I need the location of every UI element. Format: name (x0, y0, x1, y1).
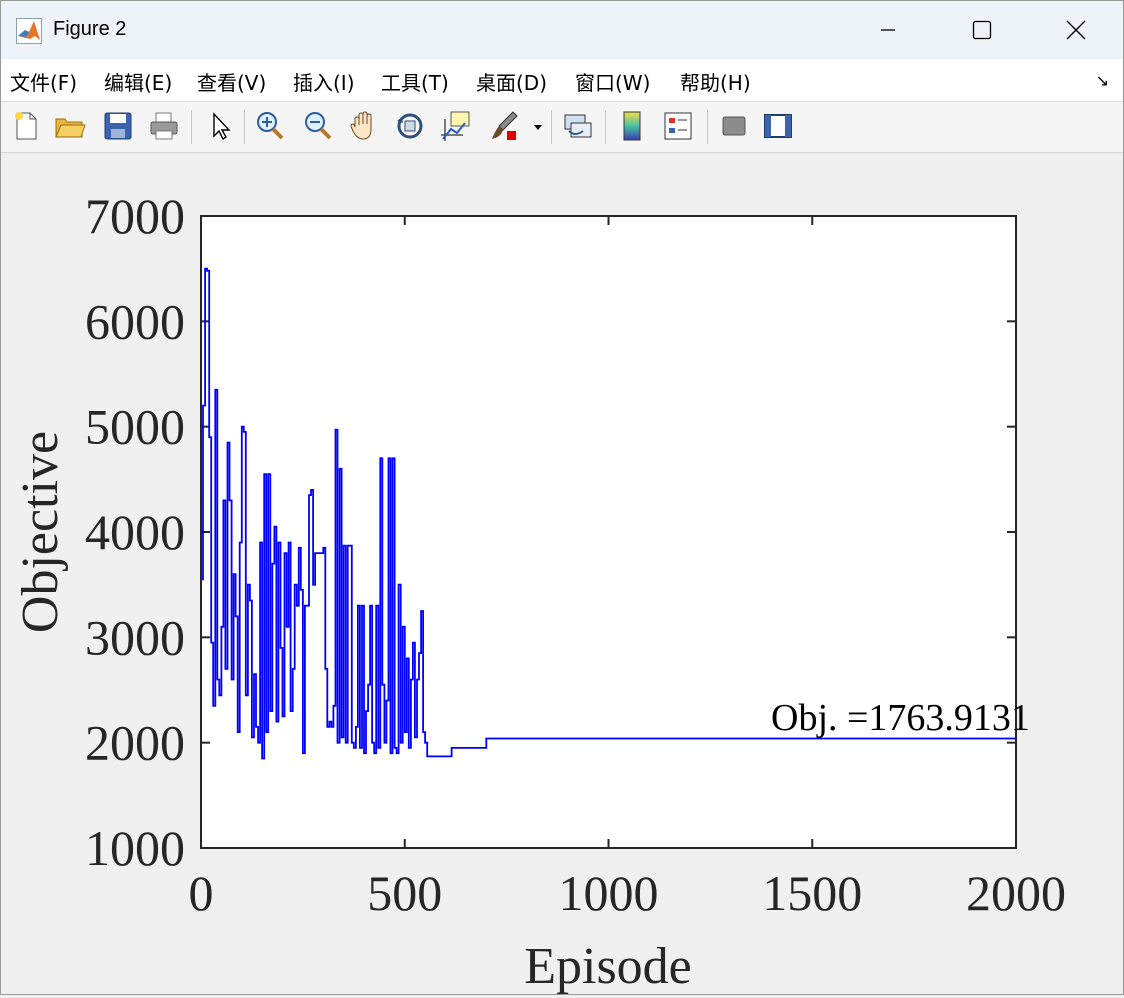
x-tick-label: 500 (367, 865, 442, 921)
menu-bar: 文件(F) 编辑(E) 查看(V) 插入(I) 工具(T) 桌面(D) 窗口(W… (1, 59, 1123, 102)
maximize-icon (972, 20, 992, 40)
select-arrow-icon[interactable] (204, 109, 238, 143)
show-plot-tools-icon[interactable] (761, 109, 795, 143)
x-tick-label: 2000 (966, 865, 1066, 921)
objective-annotation: Obj. =1763.9131 (771, 697, 1030, 739)
menu-view[interactable]: 查看(V) (197, 67, 266, 96)
menu-edit[interactable]: 编辑(E) (104, 67, 172, 96)
y-tick-label: 1000 (85, 820, 185, 876)
brush-icon[interactable] (487, 109, 521, 143)
zoom-out-icon[interactable] (301, 109, 335, 143)
figure-toolbar (1, 102, 1123, 153)
close-icon (1066, 20, 1086, 40)
y-tick-label: 3000 (85, 609, 185, 665)
figure-area: 0 500 1000 1500 2000 1000 2000 3000 4000 5000 600… (1, 153, 1123, 995)
dock-arrow-icon[interactable]: ↘ (1096, 71, 1109, 90)
figure-window: Figure 2 文件(F) 编辑(E) 查看(V) 插入(I) 工具(T) 桌… (0, 0, 1124, 995)
data-cursor-icon[interactable] (439, 109, 473, 143)
y-axis-label: Objective (12, 431, 69, 633)
hide-plot-tools-icon[interactable] (717, 109, 751, 143)
menu-insert[interactable]: 插入(I) (293, 67, 355, 96)
title-bar[interactable]: Figure 2 (1, 1, 1123, 59)
matlab-logo-icon (16, 18, 42, 44)
colorbar-icon[interactable] (615, 109, 649, 143)
open-file-icon[interactable] (53, 109, 87, 143)
menu-file[interactable]: 文件(F) (10, 67, 77, 96)
close-button[interactable] (1029, 1, 1123, 59)
y-tick-label: 6000 (85, 293, 185, 349)
x-tick-label: 0 (189, 865, 214, 921)
minimize-icon (881, 29, 895, 31)
print-icon[interactable] (147, 109, 181, 143)
brush-dropdown-icon[interactable] (533, 122, 543, 132)
rotate-3d-icon[interactable] (393, 109, 427, 143)
pan-hand-icon[interactable] (347, 109, 381, 143)
x-axis-label: Episode (524, 938, 692, 994)
maximize-button[interactable] (935, 1, 1029, 59)
minimize-button[interactable] (841, 1, 935, 59)
menu-window[interactable]: 窗口(W) (575, 67, 650, 96)
zoom-in-icon[interactable] (253, 109, 287, 143)
new-figure-icon[interactable] (9, 109, 43, 143)
y-tick-label: 7000 (85, 188, 185, 244)
x-tick-label: 1000 (559, 865, 659, 921)
y-tick-label: 5000 (85, 399, 185, 455)
window-title: Figure 2 (53, 18, 127, 40)
link-plot-icon[interactable] (561, 109, 595, 143)
menu-help[interactable]: 帮助(H) (680, 67, 751, 96)
axes-background (201, 216, 1016, 848)
x-tick-label: 1500 (762, 865, 862, 921)
save-icon[interactable] (101, 109, 135, 143)
menu-tools[interactable]: 工具(T) (381, 67, 449, 96)
menu-desktop[interactable]: 桌面(D) (476, 67, 547, 96)
plot-svg[interactable]: 0 500 1000 1500 2000 1000 2000 3000 4000 5000 600… (1, 153, 1123, 995)
y-tick-label: 4000 (85, 504, 185, 560)
legend-icon[interactable] (661, 109, 695, 143)
y-tick-label: 2000 (85, 715, 185, 771)
